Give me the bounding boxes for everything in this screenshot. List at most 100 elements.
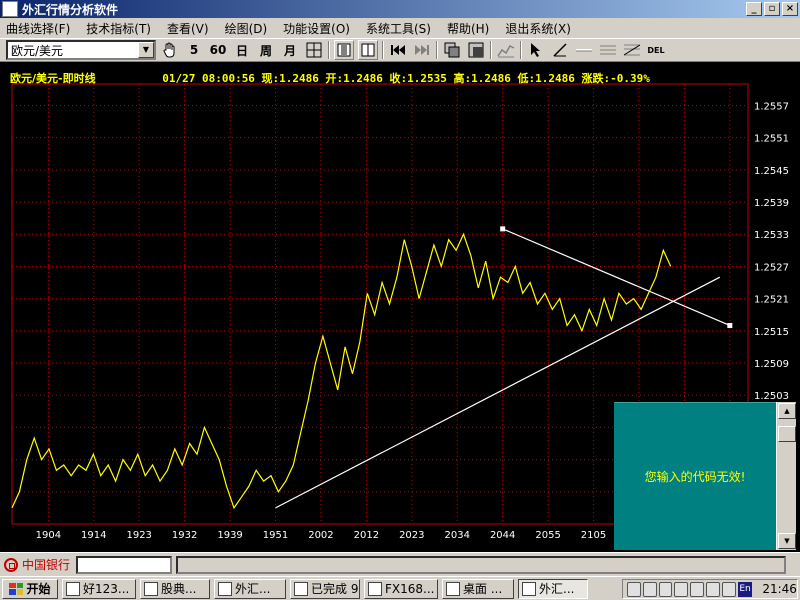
title-bar: 外汇行情分析软件 _ ▫ × [0,0,800,18]
period-day-button[interactable]: 日 [232,40,252,60]
copy-window-icon[interactable] [442,40,462,60]
y-tick-label: 1.2533 [754,230,789,241]
clock: 21:46 [762,582,797,596]
delete-drawing-button[interactable]: DEL [646,40,666,60]
start-label: 开始 [26,582,51,596]
fibonacci-icon[interactable] [622,40,642,60]
y-tick-label: 1.2557 [754,101,789,112]
code-input[interactable] [76,555,173,574]
app-icon [446,581,460,596]
parallel-lines-icon[interactable] [598,40,618,60]
tray-icon-7[interactable] [721,581,736,597]
x-tick-label: 1923 [126,530,151,541]
x-tick-label: 1914 [81,530,106,541]
start-button[interactable]: 开始 [2,578,58,599]
input-method-indicator[interactable]: En [737,581,753,597]
x-tick-label: 2044 [490,530,515,541]
status-ticker [176,555,787,574]
resistance-trendline [502,228,731,327]
layout-single-icon[interactable] [334,40,354,60]
period-5min-button[interactable]: 5 [184,40,204,60]
tray-icon-3[interactable] [658,581,673,597]
menu-view[interactable]: 查看(V) [167,20,209,37]
menu-settings[interactable]: 功能设置(O) [283,20,350,37]
y-tick-label: 1.2521 [754,295,789,306]
menu-tools[interactable]: 系统工具(S) [366,20,431,37]
tray-icon-2[interactable] [642,581,657,597]
close-button[interactable]: × [782,2,798,16]
period-week-button[interactable]: 周 [256,40,276,60]
app-icon [294,581,308,596]
taskbar-button[interactable]: 股典... [140,578,210,599]
y-tick-label: 1.2527 [754,262,789,273]
window-controls: _ ▫ × [746,2,798,16]
bank-name: 中国银行 [22,558,71,572]
taskbar-button-label: 外汇... [235,582,271,596]
tray-icon-1[interactable] [627,581,641,597]
toolbar-separator [382,41,384,59]
taskbar-button-label: 桌面 ... [463,582,503,596]
app-icon [522,581,536,596]
menu-exit[interactable]: 退出系统(X) [505,20,571,37]
tray-icon-4[interactable] [674,581,689,597]
draw-line-icon[interactable] [550,40,570,60]
period-60min-button[interactable]: 60 [208,40,228,60]
toolbar-separator [490,41,492,59]
symbol-select-value: 欧元/美元 [11,43,64,58]
line-chart-icon[interactable] [496,40,516,60]
window-title: 外汇行情分析软件 [22,2,119,17]
app-icon [66,581,80,596]
taskbar-button[interactable]: 好123... [62,578,136,599]
toolbar-separator [436,41,438,59]
menu-bar: 曲线选择(F) 技术指标(T) 查看(V) 绘图(D) 功能设置(O) 系统工具… [0,18,800,38]
overlay-window-icon[interactable] [466,40,486,60]
app-icon [368,581,382,596]
taskbar-button[interactable]: 桌面 ... [442,578,514,599]
taskbar-button-label: FX168... [385,581,435,596]
x-tick-label: 1951 [263,530,288,541]
taskbar-button[interactable]: 已完成 9... [290,578,360,599]
toolbar: 欧元/美元 ▼ 5 60 日 周 月 DEL [0,38,800,62]
horizontal-line-icon[interactable] [574,40,594,60]
app-icon [218,581,232,596]
error-popup: 您输入的代码无效! [614,402,776,550]
taskbar-button-label: 好123... [83,582,130,596]
period-month-button[interactable]: 月 [280,40,300,60]
y-tick-label: 1.2539 [754,198,789,209]
windows-logo-icon [9,582,24,595]
dropdown-arrow-icon[interactable]: ▼ [138,42,154,58]
tray-icon-6[interactable] [706,581,720,597]
price-line [11,232,672,510]
symbol-select[interactable]: 欧元/美元 ▼ [6,40,156,60]
taskbar: 开始 好123... 股典... 外汇... 已完成 9... FX168... 桌面 .… [0,576,800,600]
chart-title: 欧元/美元-即时线 [10,72,96,85]
menu-curve-select[interactable]: 曲线选择(F) [6,20,70,37]
menu-draw[interactable]: 绘图(D) [225,20,268,37]
trendline-handle [727,322,733,328]
menu-help[interactable]: 帮助(H) [447,20,489,37]
maximize-button[interactable]: ▫ [764,2,780,16]
scroll-thumb[interactable] [778,426,796,442]
cursor-icon[interactable] [526,40,546,60]
popup-scrollbar[interactable]: ▲ ▼ [776,402,796,550]
first-page-icon[interactable] [388,40,408,60]
taskbar-button[interactable]: FX168... [364,578,438,599]
tray-icon-5[interactable] [690,581,705,597]
menu-indicators[interactable]: 技术指标(T) [86,20,151,37]
y-tick-label: 1.2515 [754,327,789,338]
layout-dual-icon[interactable] [358,40,378,60]
grid-icon[interactable] [304,40,324,60]
taskbar-button[interactable]: 外汇... [214,578,286,599]
toolbar-separator [328,41,330,59]
hand-icon[interactable] [160,40,180,60]
scroll-up-icon[interactable]: ▲ [778,403,796,419]
last-page-icon[interactable] [412,40,432,60]
x-tick-label: 2034 [445,530,470,541]
x-tick-label: 1932 [172,530,197,541]
y-tick-label: 1.2509 [754,359,789,370]
taskbar-button[interactable]: 外汇... [518,578,588,599]
x-tick-label: 2105 [581,530,606,541]
minimize-button[interactable]: _ [746,2,762,16]
y-tick-label: 1.2551 [754,134,789,145]
scroll-down-icon[interactable]: ▼ [778,533,796,549]
